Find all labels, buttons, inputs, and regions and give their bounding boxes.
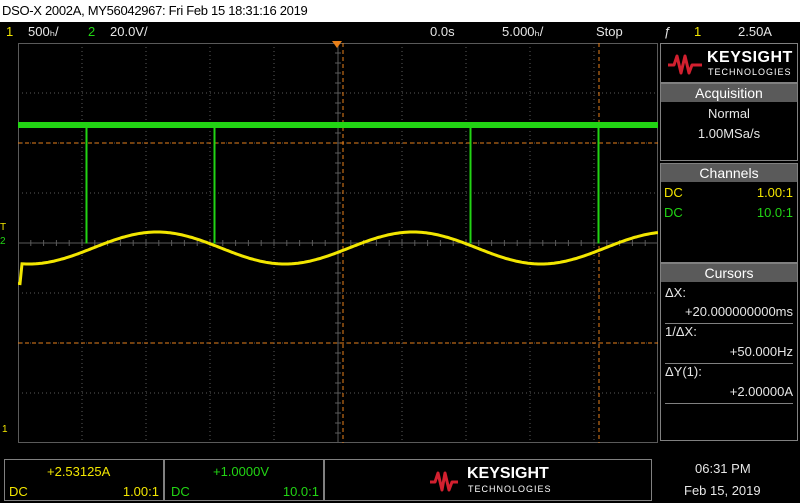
ch2-probe: 10.0:1 bbox=[756, 205, 793, 220]
cursors-header: Cursors bbox=[661, 264, 797, 282]
ch2-coupling: DC bbox=[664, 205, 683, 220]
inverse-delta-x-value: +50.000Hz bbox=[729, 344, 793, 359]
ch1-ground-marker[interactable]: 1 bbox=[2, 424, 8, 435]
waveform-display[interactable] bbox=[18, 43, 658, 443]
status-bar: 1 500ₕ/ 2 20.0V/ 0.0s 5.000ₕ/ Stop ƒ 1 2… bbox=[0, 22, 800, 41]
channels-header: Channels bbox=[661, 164, 797, 182]
acquisition-header: Acquisition bbox=[661, 84, 797, 102]
side-panel: KEYSIGHT TECHNOLOGIES Acquisition Normal… bbox=[660, 43, 798, 443]
ch2-measure-coupling: DC bbox=[171, 484, 190, 499]
window-title: DSO-X 2002A, MY56042967: Fri Feb 15 18:3… bbox=[2, 3, 308, 18]
ch2-measure-value: +1.0000V bbox=[213, 464, 270, 479]
keysight-logo-icon bbox=[430, 471, 458, 492]
ch2-scale[interactable]: 20.0V/ bbox=[110, 22, 148, 41]
clock-time: 06:31 PM bbox=[695, 461, 751, 476]
bottom-brand-sub: TECHNOLOGIES bbox=[468, 484, 552, 494]
horizontal-delay[interactable]: 0.0s bbox=[430, 22, 455, 41]
inverse-delta-x-label: 1/ΔX: bbox=[665, 324, 697, 339]
channels-panel[interactable]: Channels DC 1.00:1 DC 10.0:1 bbox=[660, 163, 798, 263]
trigger-icon: ƒ bbox=[664, 24, 672, 39]
trigger-level[interactable]: 2.50A bbox=[738, 22, 772, 41]
brand-box: KEYSIGHT TECHNOLOGIES bbox=[660, 43, 798, 83]
ch2-number[interactable]: 2 bbox=[88, 22, 95, 41]
bottom-brand-name: KEYSIGHT bbox=[467, 465, 549, 482]
title-bar: DSO-X 2002A, MY56042967: Fri Feb 15 18:3… bbox=[0, 0, 800, 22]
ch1-measure-coupling: DC bbox=[9, 484, 28, 499]
delta-x-label: ΔX: bbox=[665, 285, 686, 300]
bottom-brand-box: KEYSIGHT TECHNOLOGIES bbox=[324, 459, 652, 501]
brand-sub: TECHNOLOGIES bbox=[708, 67, 792, 77]
ch1-scale[interactable]: 500ₕ/ bbox=[28, 22, 59, 41]
trigger-position-icon[interactable] bbox=[332, 41, 342, 48]
ch2-measure-box[interactable]: +1.0000V DC 10.0:1 bbox=[164, 459, 324, 501]
acquisition-mode: Normal bbox=[708, 106, 750, 121]
keysight-logo-icon bbox=[668, 54, 702, 75]
delta-x-value: +20.000000000ms bbox=[684, 304, 793, 319]
clock-date: Feb 15, 2019 bbox=[684, 483, 761, 498]
brand-name: KEYSIGHT bbox=[707, 49, 793, 66]
trigger-channel[interactable]: 1 bbox=[694, 22, 701, 41]
ch1-measure-value: +2.53125A bbox=[47, 464, 111, 479]
run-state[interactable]: Stop bbox=[596, 22, 623, 41]
ch1-probe: 1.00:1 bbox=[756, 185, 793, 200]
graticule bbox=[18, 43, 658, 443]
ch1-measure-box[interactable]: +2.53125A DC 1.00:1 bbox=[4, 459, 164, 501]
cursors-panel[interactable]: Cursors ΔX: +20.000000000ms 1/ΔX: +50.00… bbox=[660, 263, 798, 441]
acquisition-rate: 1.00MSa/s bbox=[697, 126, 761, 141]
ch2-ground-marker[interactable]: 2 bbox=[0, 236, 6, 247]
acquisition-panel[interactable]: Acquisition Normal 1.00MSa/s bbox=[660, 83, 798, 161]
ch1-coupling: DC bbox=[664, 185, 683, 200]
delta-y-label: ΔY(1): bbox=[665, 364, 702, 379]
ch1-number[interactable]: 1 bbox=[6, 22, 13, 41]
ch2-measure-probe: 10.0:1 bbox=[282, 484, 319, 499]
ch1-measure-probe: 1.00:1 bbox=[122, 484, 159, 499]
bottom-bar: +2.53125A DC 1.00:1 +1.0000V DC 10.0:1 K… bbox=[0, 455, 800, 503]
divider bbox=[665, 403, 793, 404]
delta-y-value: +2.00000A bbox=[729, 384, 793, 399]
timebase-scale[interactable]: 5.000ₕ/ bbox=[502, 22, 543, 41]
trigger-level-marker[interactable]: T bbox=[0, 222, 6, 233]
